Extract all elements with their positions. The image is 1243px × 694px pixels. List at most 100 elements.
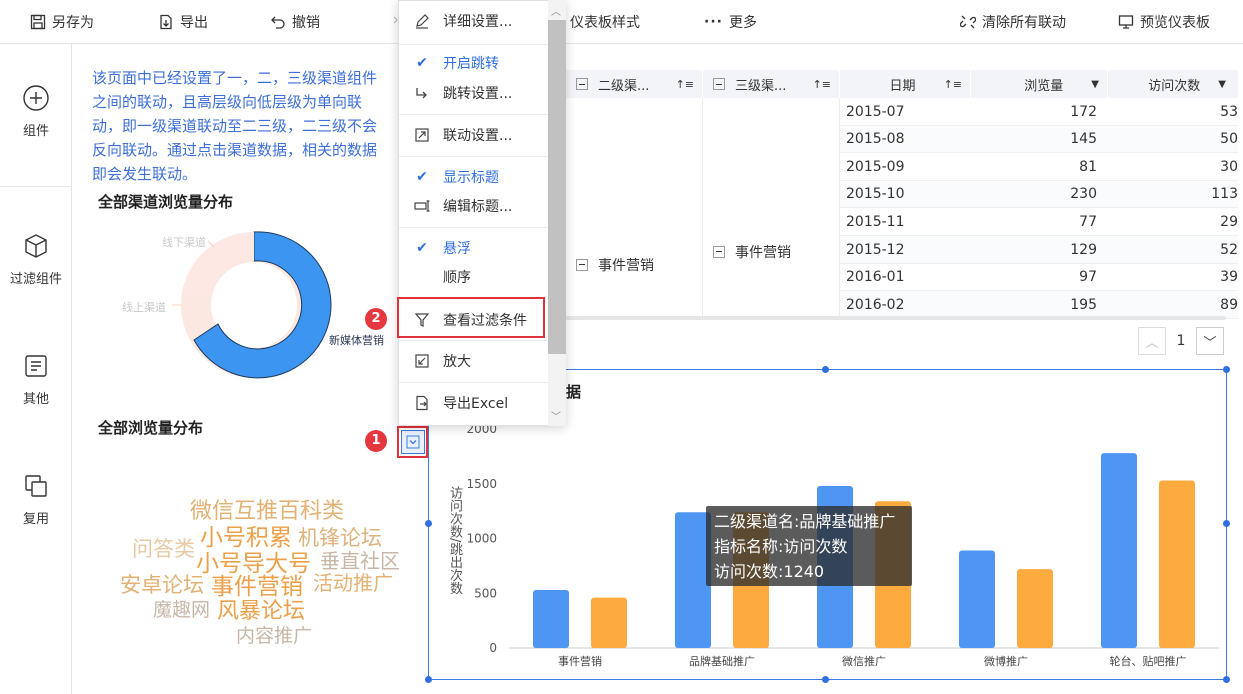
table-header-date[interactable]: 日期 ↑≡ (840, 70, 970, 98)
table-cell-views: 230 (1070, 186, 1097, 203)
donut-label-online: 线上渠道 (122, 301, 166, 314)
table-header-views[interactable]: 浏览量 ▼ (971, 70, 1107, 98)
tooltip-line: 二级渠道名:品牌基础推广 (714, 512, 896, 531)
menu-item-zoom[interactable]: 放大 (399, 341, 549, 381)
preview-label: 预览仪表板 (1140, 15, 1210, 31)
save-as-button[interactable]: 另存为 (30, 0, 94, 44)
resize-handle[interactable] (822, 366, 829, 373)
table-cell-date: 2015-10 (846, 186, 905, 203)
bar-blue-3[interactable] (959, 550, 995, 648)
tooltip-line: 访问次数:1240 (714, 562, 825, 581)
collapse-icon[interactable] (713, 245, 725, 258)
word-cloud-word[interactable]: 魔趣网 (153, 595, 210, 622)
bar-chart-title-partial: 据 (566, 383, 582, 401)
menu-item-link-settings[interactable]: 联动设置... (399, 115, 549, 155)
sidebar-item-label: 复用 (22, 512, 49, 527)
pager-current-page: 1 (1176, 333, 1186, 349)
menu-item-edit-title[interactable]: 编辑标题... (399, 186, 549, 226)
sidebar-item-filter-components[interactable]: 过滤组件 (0, 232, 72, 287)
y-tick-label: 0 (489, 641, 497, 655)
collapse-icon[interactable] (576, 258, 588, 271)
menu-item-jump-settings[interactable]: 跳转设置... (399, 73, 549, 113)
x-tick-label: 品牌基础推广 (689, 654, 755, 668)
edit-title-icon (413, 197, 431, 215)
table-cell-level3[interactable]: 事件营销 (713, 238, 791, 265)
table-cell-date: 2015-07 (846, 103, 905, 120)
preview-button[interactable]: 预览仪表板 (1118, 0, 1210, 44)
table-cell-date: 2016-02 (846, 296, 905, 313)
word-cloud-word[interactable]: 内容推广 (236, 621, 312, 648)
table-header-label: 二级渠... (598, 78, 650, 94)
scrollbar-thumb[interactable] (548, 20, 566, 354)
clear-links-label: 清除所有联动 (982, 15, 1066, 31)
resize-handle[interactable] (1223, 366, 1230, 373)
menu-scrollbar[interactable]: ︿ ﹀ (548, 0, 566, 426)
table-cell-visits: 50 (1220, 131, 1238, 148)
x-tick-label: 轮台、贴吧推广 (1110, 654, 1187, 668)
bar-blue-4[interactable] (1101, 453, 1137, 648)
more-button[interactable]: ··· 更多 (704, 0, 757, 44)
blank-icon (413, 268, 431, 286)
sidebar-item-reuse[interactable]: 复用 (0, 472, 72, 527)
table-header-visits[interactable]: 访问次数 ▼ (1108, 70, 1238, 98)
table-cell-date: 2015-08 (846, 131, 905, 148)
cell-text: 事件营销 (598, 257, 654, 274)
bar-orange-4[interactable] (1159, 480, 1195, 648)
sort-icon[interactable]: ↑≡ (676, 78, 694, 91)
redo-button[interactable] (383, 0, 399, 44)
dropdown-arrow-icon[interactable]: ▼ (1218, 79, 1226, 90)
sort-icon[interactable]: ↑≡ (944, 78, 962, 91)
table-cell-views: 97 (1079, 269, 1097, 286)
menu-item-label: 跳转设置... (443, 86, 513, 102)
export-button[interactable]: 导出 (158, 0, 208, 44)
scroll-down-icon[interactable]: ﹀ (551, 408, 561, 423)
table-cell-date: 2015-12 (846, 241, 905, 258)
pager-prev-button[interactable]: ︿ (1138, 327, 1166, 355)
check-icon: ✔ (416, 55, 428, 71)
step-badge-2: 2 (365, 308, 387, 330)
x-tick-label: 事件营销 (558, 654, 602, 668)
step-badge-1: 1 (365, 430, 387, 452)
data-table: 二级渠... ↑≡ 三级渠... ↑≡ 日期 ↑≡ 浏览量 ▼ 访问次数 ▼ 事… (566, 70, 1238, 320)
menu-item-export-excel[interactable]: 导出Excel (399, 383, 549, 423)
table-cell-visits: 39 (1220, 269, 1238, 286)
more-label: 更多 (728, 15, 757, 31)
tooltip-line: 指标名称:访问次数 (714, 537, 848, 556)
export-icon (160, 14, 172, 30)
sort-icon[interactable]: ↑≡ (813, 78, 831, 91)
widget-context-menu: 详细设置... ✔ 开启跳转 跳转设置... 联动设置... ✔ 显示标题 编辑… (398, 0, 566, 426)
sidebar-item-components[interactable]: 组件 (0, 84, 72, 139)
pencil-icon (413, 12, 431, 30)
clear-links-button[interactable]: 清除所有联动 (960, 0, 1066, 44)
export-icon (413, 394, 431, 412)
dashboard-style-button[interactable]: 仪表板样式 (570, 0, 640, 44)
table-header-level2[interactable]: 二级渠... ↑≡ (566, 70, 702, 98)
menu-item-order[interactable]: 顺序 (399, 257, 555, 297)
bar-orange-0[interactable] (591, 597, 627, 648)
bar-orange-3[interactable] (1017, 569, 1053, 648)
menu-item-label: 放大 (443, 354, 471, 370)
table-header-level3[interactable]: 三级渠... ↑≡ (703, 70, 839, 98)
x-tick-label: 微博推广 (984, 654, 1028, 668)
undo-label: 撤销 (292, 15, 320, 31)
table-horizontal-scrollbar[interactable] (566, 316, 1226, 320)
bar-blue-0[interactable] (533, 589, 569, 648)
sidebar-item-label: 组件 (22, 124, 49, 139)
more-icon: ··· (704, 14, 723, 30)
word-cloud-word[interactable]: 问答类 (132, 533, 195, 563)
table-cell-level2[interactable]: 事件营销 (576, 251, 654, 278)
wordcloud-title: 全部浏览量分布 (98, 419, 204, 437)
menu-item-detail-settings[interactable]: 详细设置... (399, 1, 549, 41)
scroll-up-icon[interactable]: ︿ (551, 3, 561, 18)
collapse-icon[interactable] (576, 78, 588, 90)
zoom-icon (413, 352, 431, 370)
sidebar-item-other[interactable]: 其他 (0, 352, 72, 407)
word-cloud-word[interactable]: 活动推广 (313, 567, 393, 596)
undo-button[interactable]: 撤销 (270, 0, 320, 44)
table-header-label: 访问次数 (1148, 78, 1201, 94)
save-icon (30, 14, 46, 30)
pager-next-button[interactable]: ﹀ (1196, 327, 1224, 355)
menu-item-label: 悬浮 (443, 241, 471, 257)
dropdown-arrow-icon[interactable]: ▼ (1091, 79, 1099, 90)
collapse-icon[interactable] (713, 78, 725, 90)
